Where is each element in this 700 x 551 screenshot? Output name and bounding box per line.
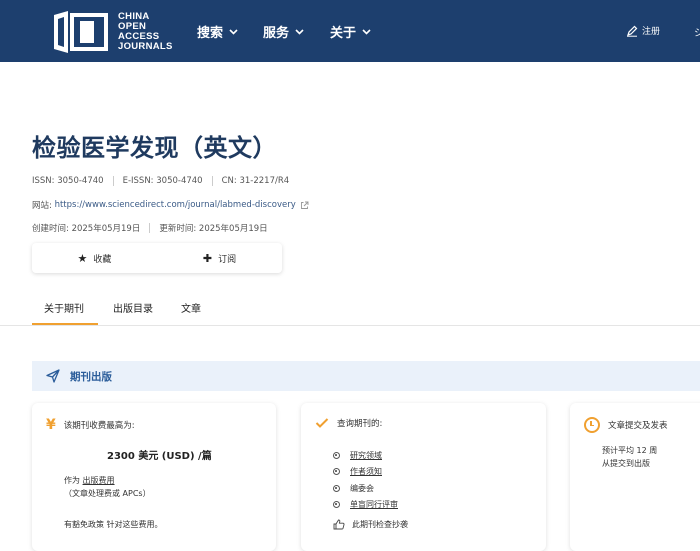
chevron-down-icon [229,28,238,35]
submission-card-header: 文章提交及发表 [584,417,668,433]
avg-time-note: 从提交到出版 [602,459,650,468]
logo-text-line: JOURNALS [118,41,173,52]
divider [149,223,151,233]
created-value: 2025年05月19日 [71,224,141,234]
fee-type-row: 作为 出版费用 [64,475,115,486]
journal-query-card: 查询期刊的: 研究领域 作者须知 编委会 单盲同行评审 此期刊检查抄袭 [301,403,546,551]
clock-icon [584,417,600,433]
register-link[interactable]: 注册 [626,24,660,37]
pen-icon [627,25,638,37]
yen-icon: ¥ [46,417,56,433]
journal-identifiers: ISSN: 3050-4740 E-ISSN: 3050-4740 CN: 31… [32,176,289,186]
nav-about-label: 关于 [330,26,357,41]
fee-card-header: ¥ 该期刊收费最高为: [46,417,135,433]
section-title: 期刊出版 [70,370,112,383]
subscribe-label: 订阅 [218,254,237,265]
external-link-icon[interactable] [300,201,309,210]
checkmark-icon [315,418,329,428]
subscribe-button[interactable]: ✚ 订阅 [157,243,282,273]
site-logo[interactable]: CHINA OPEN ACCESS JOURNALS [50,9,173,55]
tab-articles[interactable]: 文章 [181,300,201,315]
author-guidelines-link[interactable]: 作者须知 [350,466,382,477]
bullet-icon [333,484,340,492]
issn-value: 3050-4740 [57,176,104,186]
created-label: 创建时间: [32,224,69,234]
list-item[interactable]: 单盲同行评审 [333,497,398,514]
divider [112,176,114,186]
section-header-publishing: 期刊出版 [32,361,700,391]
thumbs-up-icon [333,519,345,530]
fee-type-prefix: 作为 [64,476,80,485]
active-tab-indicator [32,323,98,325]
tab-about-journal[interactable]: 关于期刊 [44,300,84,315]
logo-icon [54,11,108,53]
favorite-button[interactable]: ★ 收藏 [32,243,157,273]
fee-card: ¥ 该期刊收费最高为: 2300 美元 (USD) /篇 作为 出版费用 （文章… [32,403,276,551]
bullet-icon [333,468,340,476]
fee-amount: 2300 美元 (USD) /篇 [107,451,212,462]
query-card-header: 查询期刊的: [315,417,382,429]
journal-title: 检验医学发现（英文） [32,134,277,162]
eissn-label: E-ISSN: [122,176,154,186]
register-label: 注册 [642,27,661,37]
fee-type-note: （文章处理费或 APCs） [64,489,151,498]
fee-card-heading: 该期刊收费最高为: [63,421,135,431]
query-links-list: 研究领域 作者须知 编委会 单盲同行评审 [333,447,398,513]
eissn-value: 3050-4740 [156,176,203,186]
plagiarism-check-label: 此期刊检查抄袭 [352,520,408,529]
journal-actions: ★ 收藏 ✚ 订阅 [32,243,282,273]
top-navigation-bar: CHINA OPEN ACCESS JOURNALS 搜索 服务 关于 注册 ジ [0,0,700,62]
updated-label: 更新时间: [159,224,197,234]
plagiarism-check-link[interactable]: 此期刊检查抄袭 [333,519,408,530]
favorite-label: 收藏 [93,254,112,265]
list-item[interactable]: 编委会 [333,480,398,497]
nav-about[interactable]: 关于 [330,22,371,41]
nav-services[interactable]: 服务 [263,22,304,41]
list-item[interactable]: 作者须知 [333,464,398,481]
plus-icon: ✚ [202,251,213,265]
truncated-nav-item[interactable]: ジ [694,24,700,39]
list-item[interactable]: 研究领域 [333,447,398,464]
submission-card-heading: 文章提交及发表 [608,421,668,431]
website-link[interactable]: https://www.sciencedirect.com/journal/la… [55,200,296,210]
avg-time: 预计平均 12 周 [602,446,658,455]
submission-timeline-card: 文章提交及发表 预计平均 12 周 从提交到出版 [570,403,700,551]
updated-value: 2025年05月19日 [198,224,268,234]
bullet-icon [333,451,340,459]
journal-website-row: 网站: https://www.sciencedirect.com/journa… [32,199,309,211]
research-areas-link[interactable]: 研究领域 [350,450,382,461]
query-card-heading: 查询期刊的: [337,419,383,429]
chevron-down-icon [362,28,371,35]
cn-value: 31-2217/R4 [239,176,290,186]
star-icon: ★ [77,251,88,265]
bullet-icon [333,501,340,509]
nav-search-label: 搜索 [197,26,224,41]
website-label: 网站: [32,201,52,211]
journal-tabs: 关于期刊 出版目录 文章 [0,295,700,326]
paper-plane-icon [46,369,60,383]
divider [211,176,213,186]
tab-publication-catalog[interactable]: 出版目录 [113,300,153,315]
cn-label: CN: [221,176,237,186]
editorial-board-link[interactable]: 编委会 [350,483,374,494]
journal-dates-row: 创建时间: 2025年05月19日 更新时间: 2025年05月19日 [32,222,268,234]
waiver-note: 有豁免政策 针对这些费用。 [64,520,163,529]
nav-services-label: 服务 [263,26,290,41]
chevron-down-icon [295,28,304,35]
nav-search[interactable]: 搜索 [197,22,238,41]
peer-review-link[interactable]: 单盲同行评审 [350,499,398,510]
issn-label: ISSN: [32,176,55,186]
publication-fee-link[interactable]: 出版费用 [83,476,115,485]
